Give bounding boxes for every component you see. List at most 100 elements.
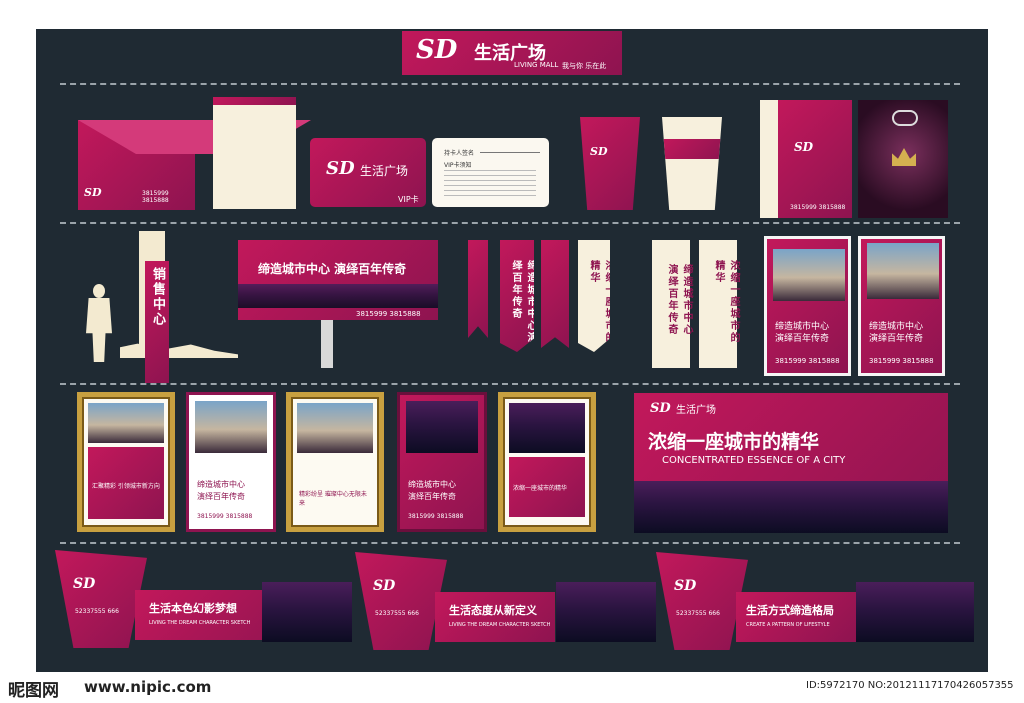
poster-1: 缔造城市中心 演绎百年传奇 3815999 3815888 [764, 236, 851, 376]
crown-icon [892, 148, 916, 166]
hoarding-phone: 52337555 666 [375, 610, 419, 617]
poster-phone: 3815999 3815888 [869, 357, 934, 365]
shopping-bag-magenta: SD 3815999 3815888 [760, 100, 852, 218]
frame-photo [88, 403, 164, 443]
hoarding-logo: SD [373, 578, 396, 594]
site-url[interactable]: www.nipic.com [84, 678, 211, 696]
cup-band [662, 139, 722, 159]
feather-flag-text: 缔造城市中心演绎百年传奇 [510, 260, 536, 344]
framed-poster-4: 缔造城市中心 演绎百年传奇 3815999 3815888 [397, 392, 487, 532]
rollup-banner-1: 缔造城市中心演绎百年传奇 [652, 240, 692, 368]
hoarding-title: 生活态度从新定义 [449, 604, 537, 617]
bag-handle-hole [892, 110, 918, 126]
frame-line1: 缔造城市中心 [197, 480, 245, 489]
silhouette-figure [74, 284, 124, 362]
envelope-phone: 3815999 3815888 [142, 190, 169, 204]
banner-headline: 浓缩一座城市的精华 [648, 431, 820, 453]
rollup-text: 浓缩一座城市的精华 [713, 260, 739, 344]
poster-photo [867, 243, 939, 299]
hoarding-phone: 52337555 666 [676, 610, 720, 617]
hoarding-panel: SD 52337555 666 [55, 550, 147, 648]
banner-brand: 生活广场 [676, 405, 716, 416]
site-logo: 昵图网 [8, 681, 59, 701]
flag-small-2 [541, 240, 569, 348]
totem-face: 销售中心 [145, 261, 169, 383]
letterhead [213, 97, 296, 209]
frame-phone: 3815999 3815888 [408, 513, 464, 520]
framed-poster-2: 缔造城市中心 演绎百年传奇 3815999 3815888 [186, 392, 276, 532]
banner-subline: CONCENTRATED ESSENCE OF A CITY [662, 455, 846, 466]
frame-text: 汇聚精彩 引领城市新方向 [92, 483, 160, 490]
sales-center-label: 销售中心 [150, 267, 165, 327]
letterhead-bar [213, 97, 296, 105]
hoarding-logo: SD [73, 576, 96, 592]
card-logo: SD [326, 158, 355, 179]
figure-head [93, 284, 105, 298]
card-vip-label: VIP卡 [398, 195, 419, 204]
hoarding-subtitle: LIVING THE DREAM CHARACTER SKETCH [149, 620, 251, 626]
hoarding-strip: 生活态度从新定义 LIVING THE DREAM CHARACTER SKET… [435, 592, 555, 642]
frame-phone: 3815999 3815888 [197, 513, 253, 520]
brand-header: SD 生活广场 LIVING MALL 我与你 乐在此 [402, 31, 622, 75]
rollup-banner-2: 浓缩一座城市的精华 [699, 240, 739, 368]
cup-logo: SD [590, 145, 608, 158]
card-back-title: 持卡人签名 [444, 150, 475, 157]
hoarding-3: SD 52337555 666 生活方式缔造格局 CREATE A PATTER… [656, 552, 856, 652]
frame-photo [297, 403, 373, 453]
billboard-phone: 3815999 3815888 [356, 310, 421, 318]
bag-front: SD 3815999 3815888 [778, 100, 852, 218]
hoarding-photo-1 [262, 582, 352, 642]
hoarding-subtitle: CREATE A PATTERN OF LIFESTYLE [746, 622, 830, 628]
paper-cup-cream [662, 117, 722, 210]
billboard: 缔造城市中心 演绎百年传奇 3815999 3815888 [238, 240, 438, 320]
hoarding-subtitle: LIVING THE DREAM CHARACTER SKETCH [449, 622, 551, 628]
flag-small-face [468, 240, 488, 338]
frame-line2: 演绎百年传奇 [408, 492, 456, 501]
hoarding-2: SD 52337555 666 生活态度从新定义 LIVING THE DREA… [355, 552, 555, 652]
poster-photo [773, 249, 845, 301]
poster-phone: 3815999 3815888 [775, 357, 840, 365]
hoarding-panel: SD 52337555 666 [355, 552, 447, 650]
separator [60, 542, 960, 544]
sales-center-totem: 销售中心 [139, 231, 169, 383]
separator [60, 222, 960, 224]
bag-phone: 3815999 3815888 [790, 204, 846, 211]
feather-flag-1: 缔造城市中心演绎百年传奇 [500, 240, 534, 358]
hoarding-strip: 生活方式缔造格局 CREATE A PATTERN OF LIFESTYLE [736, 592, 856, 642]
figure-body [86, 298, 112, 362]
vip-card-back: 持卡人签名 VIP卡须知 [432, 138, 549, 207]
brand-logo-mark: SD [416, 35, 458, 65]
card-terms [444, 170, 536, 196]
frame-text: 精彩纷呈 璀璨中心无限未来 [299, 491, 367, 507]
frame-text: 浓缩一座城市的精华 [513, 485, 568, 492]
card-brand: 生活广场 [360, 164, 409, 178]
frame-panel: 汇聚精彩 引领城市新方向 [88, 447, 164, 519]
flag-small-1 [464, 236, 492, 346]
brand-en: LIVING MALL [514, 61, 559, 69]
envelope-logo: SD [84, 186, 102, 199]
separator [60, 83, 960, 85]
separator [60, 383, 960, 385]
rollup-text: 缔造城市中心演绎百年传奇 [666, 264, 692, 336]
envelope: SD 3815999 3815888 [78, 120, 311, 210]
frame-line2: 演绎百年传奇 [197, 492, 245, 501]
hoarding-phone: 52337555 666 [75, 608, 119, 615]
framed-poster-1: 汇聚精彩 引领城市新方向 [77, 392, 175, 532]
feather-flag-face: 浓缩一座城市的精华 [578, 240, 610, 352]
bag-logo: SD [794, 140, 814, 154]
billboard-pole [321, 320, 333, 368]
banner-logo: SD [650, 401, 671, 416]
banner-city-skyline [634, 481, 948, 533]
vip-card-front: SD 生活广场 VIP卡 [310, 138, 426, 207]
card-back-subtitle: VIP卡须知 [444, 162, 472, 169]
frame-photo [509, 403, 585, 453]
billboard-text: 缔造城市中心 演绎百年传奇 [258, 262, 407, 276]
hoarding-logo: SD [674, 578, 697, 594]
signature-line [480, 152, 540, 153]
hoarding-photo-3 [856, 582, 974, 642]
hoarding-title: 生活本色幻影梦想 [149, 602, 237, 615]
billboard-city-photo [238, 284, 438, 308]
poster-2: 缔造城市中心 演绎百年传奇 3815999 3815888 [858, 236, 945, 376]
hoarding-title: 生活方式缔造格局 [746, 604, 834, 617]
frame-photo [406, 401, 478, 453]
